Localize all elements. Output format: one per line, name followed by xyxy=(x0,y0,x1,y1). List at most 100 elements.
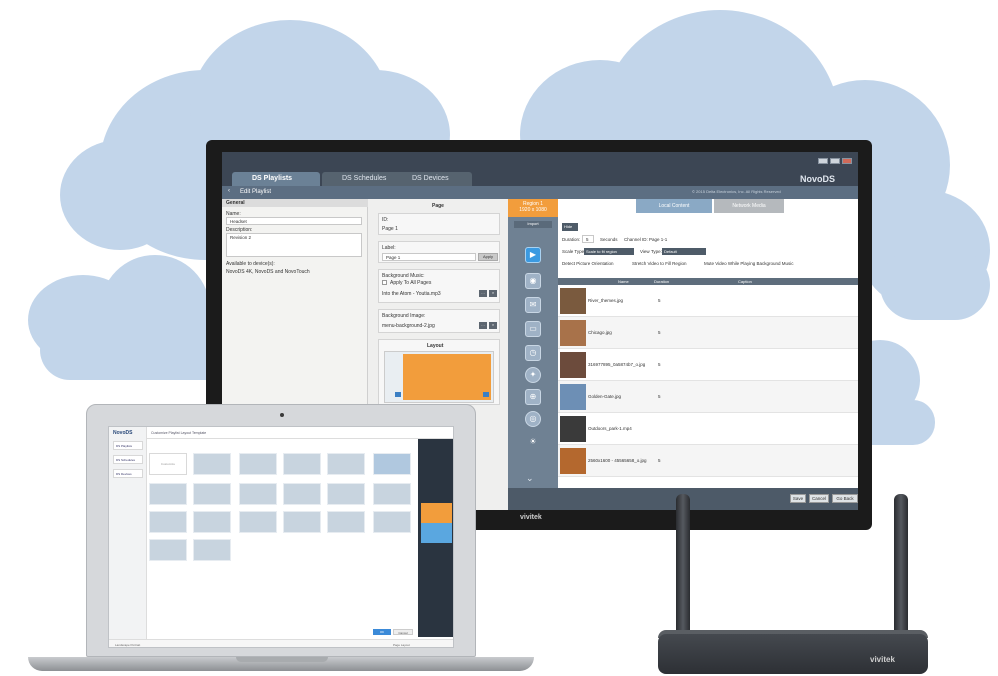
music-remove-button[interactable]: × xyxy=(489,290,497,297)
save-button[interactable]: Save xyxy=(790,494,806,503)
play-icon[interactable]: ▶ xyxy=(525,247,541,263)
rss-icon[interactable]: ⊕ xyxy=(525,389,541,405)
layout-template[interactable] xyxy=(149,511,187,533)
breadcrumb-label: Edit Playlist xyxy=(240,189,272,195)
layout-template[interactable] xyxy=(327,483,365,505)
image-browse-button[interactable]: … xyxy=(479,322,487,329)
detect-orientation-checkbox[interactable]: Detect Picture Orientation xyxy=(562,261,614,266)
name-field[interactable]: Headset xyxy=(226,217,362,225)
apply-all-checkbox[interactable] xyxy=(382,280,387,285)
orientation-options[interactable]: Landscape Portrait xyxy=(115,643,140,647)
back-chevron-icon[interactable]: ‹ xyxy=(228,188,230,194)
tab-ds-devices[interactable]: DS Devices xyxy=(392,172,472,186)
table-row[interactable]: Outdoors_park-1.mp4 xyxy=(558,413,858,445)
import-button[interactable]: Import xyxy=(514,221,552,228)
layout-template[interactable] xyxy=(373,511,411,533)
camera-icon[interactable]: ◎ xyxy=(525,411,541,427)
thumbnail xyxy=(560,448,586,474)
maximize-button[interactable] xyxy=(830,158,840,164)
id-value: Page 1 xyxy=(382,226,398,232)
layout-template-blank[interactable]: Customize xyxy=(149,453,187,475)
layout-template[interactable] xyxy=(193,483,231,505)
image-box: Background Image: menu-background-2.jpg … xyxy=(378,309,500,333)
layout-template[interactable] xyxy=(327,453,365,475)
layout-template[interactable] xyxy=(193,453,231,475)
layout-template[interactable] xyxy=(373,453,411,475)
view-label: View Type: xyxy=(640,249,662,254)
laptop-sidebar-schedules[interactable]: DS Schedules xyxy=(113,455,143,464)
apply-button[interactable]: Apply xyxy=(478,253,498,261)
col-caption: Caption xyxy=(738,279,752,284)
duration-input[interactable]: 5 xyxy=(582,235,594,243)
view-dropdown[interactable]: Default xyxy=(662,248,706,255)
mute-video-checkbox[interactable]: Mute Video While Playing Background Musi… xyxy=(704,261,793,266)
laptop-dialog-header: Customize Playlist Layout Template xyxy=(147,427,453,439)
webcam-icon xyxy=(280,413,284,417)
preview-region-orange xyxy=(421,503,452,523)
label-label: Label: xyxy=(382,245,396,251)
layout-template[interactable] xyxy=(283,453,321,475)
clock-icon[interactable]: ◷ xyxy=(525,345,541,361)
table-row[interactable]: 2560x1600 - 45565658_o.jpg 5 xyxy=(558,445,858,477)
table-row[interactable]: 316977895_0a5874b7_o.jpg 5 xyxy=(558,349,858,381)
copyright-text: © 2015 Delta Electronics, Inc. All Right… xyxy=(692,189,781,194)
tab-local-content[interactable]: Local Content xyxy=(636,199,712,213)
row-duration: 5 xyxy=(658,330,661,335)
layout-template[interactable] xyxy=(283,511,321,533)
mail-icon[interactable]: ✉ xyxy=(525,297,541,313)
description-field[interactable]: Revision 2 xyxy=(226,233,362,257)
content-table-header: Name Duration Caption xyxy=(558,278,858,285)
web-icon[interactable]: ◉ xyxy=(525,273,541,289)
layout-template[interactable] xyxy=(193,511,231,533)
presentation-icon[interactable]: ▭ xyxy=(525,321,541,337)
hide-button[interactable]: Hide xyxy=(562,223,578,231)
table-row[interactable]: Chicago.jpg 5 xyxy=(558,317,858,349)
cancel-button[interactable]: Cancel xyxy=(809,494,829,503)
apply-all-label: Apply To All Pages xyxy=(390,280,432,286)
music-browse-button[interactable]: … xyxy=(479,290,487,297)
layout-template[interactable] xyxy=(327,511,365,533)
laptop-footer: Landscape Portrait Page Layout xyxy=(109,639,453,647)
layout-template[interactable] xyxy=(149,483,187,505)
row-duration: 5 xyxy=(658,458,661,463)
go-back-button[interactable]: Go Back xyxy=(832,494,858,503)
laptop-ok-button[interactable]: OK xyxy=(373,629,391,635)
layout-template[interactable] xyxy=(239,483,277,505)
laptop-brand: NovoDS xyxy=(113,430,133,436)
laptop-cancel-button[interactable]: Cancel xyxy=(393,629,413,635)
region-resize-icon[interactable] xyxy=(483,392,489,397)
weather-icon[interactable]: ☀ xyxy=(525,435,541,451)
layout-template[interactable] xyxy=(239,511,277,533)
layout-template[interactable] xyxy=(373,483,411,505)
layout-template[interactable] xyxy=(193,539,231,561)
close-button[interactable] xyxy=(842,158,852,164)
tab-ds-playlists[interactable]: DS Playlists xyxy=(232,172,320,186)
scale-label: Scale Type: xyxy=(562,249,586,254)
stretch-video-checkbox[interactable]: Stretch Video to Fill Region xyxy=(632,261,686,266)
layout-template[interactable] xyxy=(239,453,277,475)
tab-network-media[interactable]: Network Media xyxy=(714,199,784,213)
region-edit-icon[interactable] xyxy=(395,392,401,397)
laptop-sidebar-devices[interactable]: DS Devices xyxy=(113,469,143,478)
image-remove-button[interactable]: × xyxy=(489,322,497,329)
row-name: River_themes.jpg xyxy=(588,298,624,303)
tab-ds-schedules[interactable]: DS Schedules xyxy=(322,172,402,186)
table-row[interactable]: Golden-Gate.jpg 5 xyxy=(558,381,858,413)
page-title: Page xyxy=(432,203,444,209)
layout-title: Layout xyxy=(427,343,444,349)
layout-region-1[interactable] xyxy=(403,354,491,400)
table-row[interactable]: River_themes.jpg 5 xyxy=(558,285,858,317)
region-header[interactable]: Region 1 1920 x 1080 xyxy=(508,199,558,217)
image-label: Background Image: xyxy=(382,313,426,319)
layout-template[interactable] xyxy=(283,483,321,505)
scroll-down-chevron-icon[interactable]: ⌄ xyxy=(526,473,534,484)
minimize-button[interactable] xyxy=(818,158,828,164)
thumbnail xyxy=(560,320,586,346)
layout-template[interactable] xyxy=(149,539,187,561)
id-label: ID: xyxy=(382,217,389,223)
laptop-sidebar-playlists[interactable]: DS Playlists xyxy=(113,441,143,450)
twitter-icon[interactable]: ✦ xyxy=(525,367,541,383)
col-name: Name xyxy=(618,279,629,284)
scale-dropdown[interactable]: Scale to fit region xyxy=(584,248,634,255)
label-field[interactable]: Page 1 xyxy=(382,253,476,261)
